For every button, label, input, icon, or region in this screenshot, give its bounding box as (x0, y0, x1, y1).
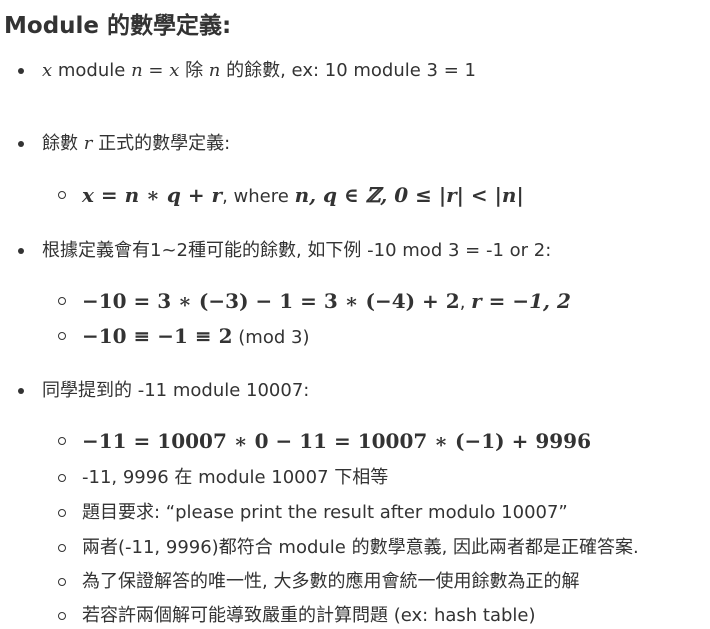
text-fragment: 餘數 (42, 133, 84, 154)
math-var: x (169, 60, 180, 81)
text-fragment: -11, 9996 在 module 10007 下相等 (82, 467, 389, 488)
list-item: −10 = 3 ∗ (−3) − 1 = 3 ∗ (−4) + 2, r = −… (58, 288, 571, 316)
list-item: 根據定義會有1~2種可能的餘數, 如下例 -10 mod 3 = -1 or 2… (17, 238, 552, 264)
text-fragment: 題目要求: “please print the result after mod… (82, 502, 568, 523)
math-expression: −10 ≡ −1 ≡ 2 (82, 324, 233, 348)
text-fragment: , (459, 292, 472, 313)
text-fragment: (mod 3) (232, 327, 310, 348)
text-fragment: 的餘數, ex: 10 module 3 = 1 (220, 60, 476, 81)
list-item: x = n ∗ q + r, where n, q ∈ ℤ, 0 ≤ |r| <… (58, 182, 524, 210)
text-fragment: 根據定義會有1~2種可能的餘數, 如下例 -10 mod 3 = -1 or 2… (42, 240, 552, 261)
list-item: 餘數 r 正式的數學定義: (17, 131, 231, 157)
text-fragment: 兩者(-11, 9996)都符合 module 的數學意義, 因此兩者都是正確答… (82, 537, 639, 558)
text-fragment: 為了保證解答的唯一性, 大多數的應用會統一使用餘數為正的解 (82, 571, 580, 592)
text-fragment: module (52, 60, 132, 81)
list-item: −11 = 10007 ∗ 0 − 11 = 10007 ∗ (−1) + 99… (58, 428, 591, 456)
list-item: -11, 9996 在 module 10007 下相等 (57, 465, 389, 491)
list-item: 兩者(-11, 9996)都符合 module 的數學意義, 因此兩者都是正確答… (58, 535, 639, 561)
math-var: x (42, 60, 53, 81)
math-op: = (142, 60, 170, 81)
list-item: 同學提到的 -11 module 10007: (17, 378, 310, 404)
math-expression: r = −1, 2 (471, 289, 571, 313)
list-item: 題目要求: “please print the result after mod… (58, 500, 568, 526)
text-fragment: 正式的數學定義: (92, 133, 231, 154)
section-heading: Module 的數學定義: (4, 13, 232, 39)
text-fragment: 若容許兩個解可能導致嚴重的計算問題 (ex: hash table) (82, 605, 536, 626)
math-var: n (208, 60, 221, 81)
math-expression: x = n ∗ q + r (82, 183, 223, 207)
math-expression: −11 = 10007 ∗ 0 − 11 = 10007 ∗ (−1) + 99… (82, 429, 591, 453)
list-item: x module n = x 除 n 的餘數, ex: 10 module 3 … (18, 58, 476, 84)
text-fragment: 同學提到的 -11 module 10007: (42, 380, 310, 401)
math-expression: n, q ∈ ℤ, 0 ≤ |r| < |n| (294, 183, 524, 207)
math-var: n (131, 60, 143, 81)
list-item: −10 ≡ −1 ≡ 2 (mod 3) (57, 323, 310, 351)
list-item: 為了保證解答的唯一性, 大多數的應用會統一使用餘數為正的解 (57, 569, 580, 595)
text-fragment: 除 (179, 60, 209, 81)
list-item: 若容許兩個解可能導致嚴重的計算問題 (ex: hash table) (58, 603, 536, 629)
math-expression: −10 = 3 ∗ (−3) − 1 = 3 ∗ (−4) + 2 (82, 289, 460, 313)
text-fragment: , where (222, 186, 295, 207)
